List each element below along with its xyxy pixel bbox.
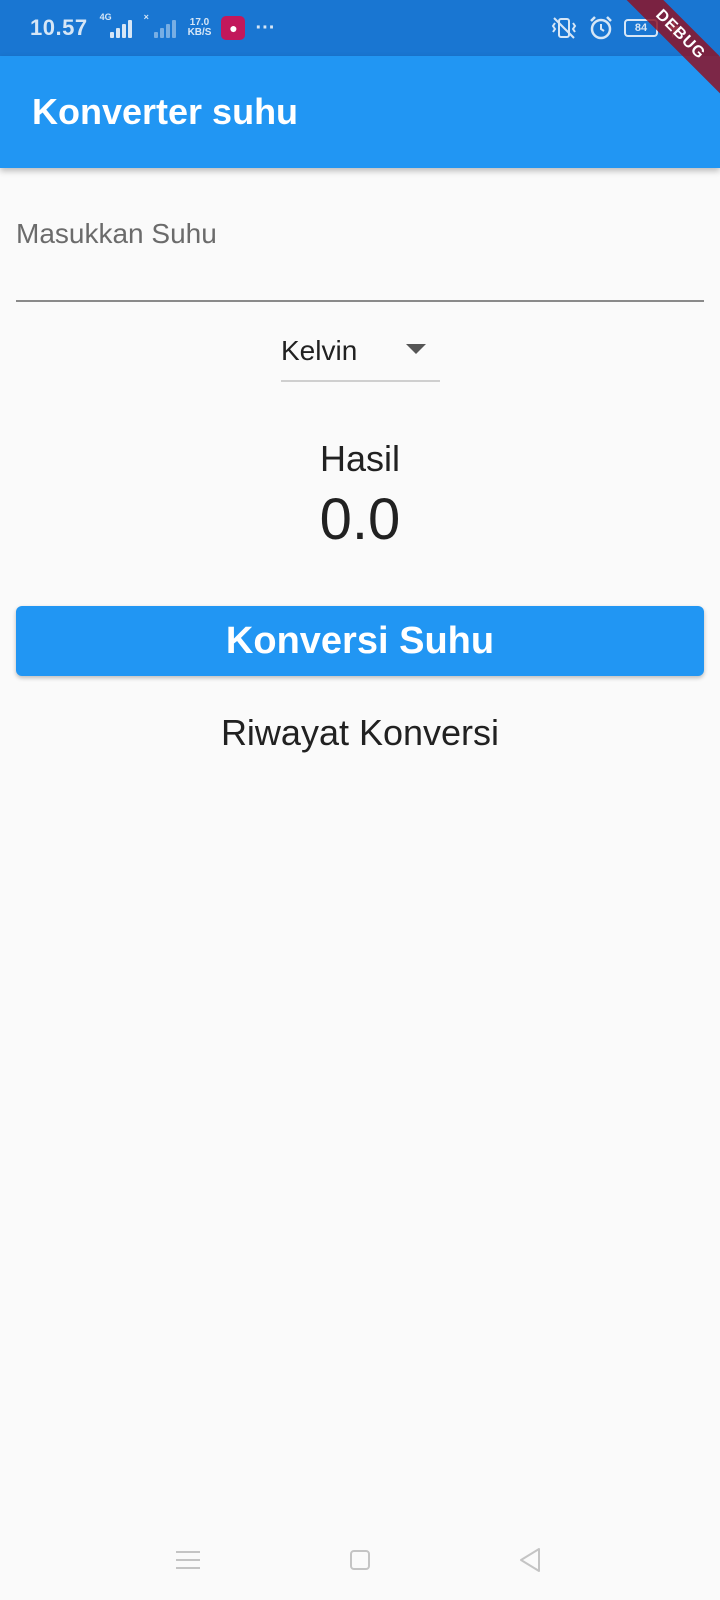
more-notifications-icon: ··· (255, 16, 276, 39)
dropdown-arrow-icon (406, 344, 426, 354)
nav-back-button[interactable] (510, 1540, 550, 1580)
convert-button[interactable]: Konversi Suhu (16, 606, 704, 676)
result-value: 0.0 (319, 487, 401, 552)
app-bar: Konverter suhu (0, 56, 720, 168)
alarm-icon (590, 16, 612, 40)
status-left-icons: 4G × 17.0 KB/S ● ··· (100, 12, 276, 40)
nav-home-button[interactable] (340, 1540, 380, 1580)
signal-no-service-icon: × (144, 12, 178, 38)
charging-icon (669, 18, 679, 38)
status-bar: 10.57 4G × 17.0 KB/S ● ··· 84 (0, 0, 720, 56)
app-screen: 10.57 4G × 17.0 KB/S ● ··· 84 DEBUG Konv… (0, 0, 720, 1600)
status-time: 10.57 (30, 15, 88, 40)
net-speed-unit: KB/S (187, 27, 212, 38)
battery-icon: 84 (624, 19, 658, 37)
vibrate-icon (551, 17, 577, 39)
unit-dropdown-value: Kelvin (281, 335, 358, 366)
nav-recents-button[interactable] (168, 1540, 208, 1580)
app-notification-icon: ● (221, 16, 246, 40)
history-title: Riwayat Konversi (220, 712, 500, 753)
net-speed: 17.0 KB/S (188, 18, 212, 38)
back-icon (520, 1548, 540, 1572)
status-right-icons: 84 (550, 0, 680, 56)
result-label: Hasil (319, 438, 400, 479)
temperature-input[interactable] (16, 218, 704, 250)
network-type-label: 4G (99, 12, 112, 22)
menu-line (176, 1551, 200, 1553)
app-title: Konverter suhu (32, 91, 299, 132)
temperature-field[interactable] (16, 200, 704, 302)
unit-dropdown[interactable]: Kelvin (281, 322, 440, 382)
battery-level: 84 (634, 22, 648, 34)
menu-line (176, 1567, 200, 1569)
menu-line (176, 1559, 200, 1561)
signal-4g-icon: 4G (100, 12, 134, 38)
home-icon (350, 1550, 370, 1570)
